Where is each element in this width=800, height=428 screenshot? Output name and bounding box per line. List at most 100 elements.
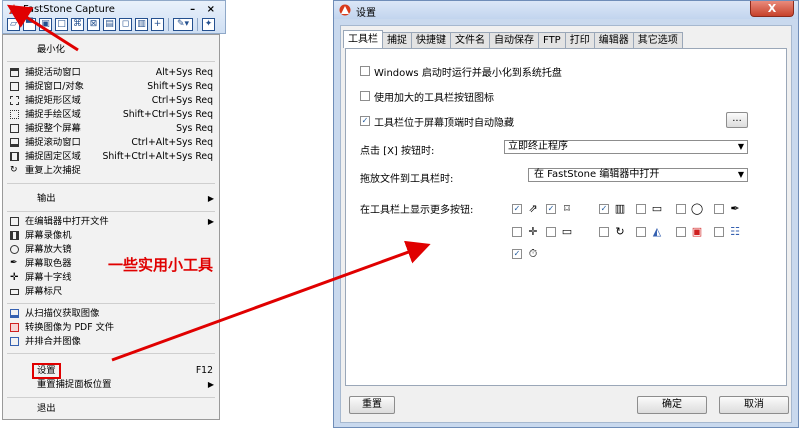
- capture-rectangle-icon[interactable]: □: [55, 18, 68, 31]
- fullscreen-icon: [10, 124, 19, 133]
- menu-item-label: 捕捉活动窗口: [25, 67, 81, 78]
- toolbar-icons: ▱ ▀ ▣ □ ⌘ ⊠ ▤ ◻ ▥ + ✎▾ ✦: [7, 18, 215, 32]
- magnifier-icon: [10, 245, 19, 254]
- menu-item-acquire-scanner[interactable]: 从扫描仪获取图像: [3, 307, 219, 321]
- menu-item-open-in-editor[interactable]: 在编辑器中打开文件 ▶: [3, 215, 219, 229]
- ruler-icon: ▭: [651, 202, 663, 215]
- menu-item-output[interactable]: 输出 ▶: [3, 192, 219, 206]
- dialog-title: 设置: [356, 8, 376, 19]
- settings-dialog: 设置 X 工具栏 捕捉 快捷键 文件名 自动保存 FTP 打印 编辑器 其它选项…: [333, 0, 799, 428]
- cancel-button[interactable]: 取消: [719, 396, 789, 414]
- drag-drop-value: 在 FastStone 编辑器中打开: [534, 169, 660, 180]
- menu-item-convert-pdf[interactable]: 转换图像为 PDF 文件: [3, 321, 219, 335]
- pdf-icon: [10, 323, 19, 332]
- menu-item-capture-freehand[interactable]: 捕捉手绘区域 Shift+Ctrl+Sys Req: [3, 108, 219, 122]
- menu-item-label: 捕捉滚动窗口: [25, 137, 81, 148]
- menu-item-screen-ruler[interactable]: 屏幕标尺: [3, 285, 219, 299]
- large-icons-checkbox[interactable]: [360, 91, 370, 101]
- tab-toolbar[interactable]: 工具栏: [343, 30, 383, 48]
- btn-ruler-checkbox[interactable]: [636, 204, 646, 214]
- capture-active-window-icon[interactable]: ▀: [23, 18, 36, 31]
- pdf-icon: ▣: [691, 225, 703, 238]
- reset-button[interactable]: 重置: [349, 396, 395, 414]
- screen-recorder-icon[interactable]: ▥: [135, 18, 148, 31]
- toolbar-title: FastStone Capture: [23, 4, 115, 15]
- capture-window-object-icon[interactable]: ▣: [39, 18, 52, 31]
- fixed-region-icon: [10, 152, 19, 161]
- btn-crosshair-checkbox[interactable]: [512, 227, 522, 237]
- menu-item-combine-images[interactable]: 并排合并图像: [3, 335, 219, 349]
- startup-minimize-checkbox[interactable]: [360, 66, 370, 76]
- capture-fixed-region-icon[interactable]: ◻: [119, 18, 132, 31]
- close-action-label: 点击 [X] 按钮时:: [360, 146, 435, 157]
- menu-item-capture-window-object[interactable]: 捕捉窗口/对象 Shift+Sys Req: [3, 80, 219, 94]
- toolbar-separator: [197, 18, 198, 31]
- btn-timer-checkbox[interactable]: ✓: [512, 249, 522, 259]
- tab-hotkeys[interactable]: 快捷键: [411, 32, 451, 48]
- capture-scrolling-icon[interactable]: ▤: [103, 18, 116, 31]
- menu-item-shortcut: Shift+Sys Req: [147, 81, 213, 92]
- combine-images-icon: [10, 337, 19, 346]
- btn-pdf-checkbox[interactable]: [676, 227, 686, 237]
- menu-item-shortcut: Ctrl+Alt+Sys Req: [131, 137, 213, 148]
- tab-filename[interactable]: 文件名: [450, 32, 490, 48]
- menu-item-shortcut: Shift+Ctrl+Sys Req: [122, 109, 213, 120]
- menu-item-shortcut: Sys Req: [176, 123, 213, 134]
- tab-autosave[interactable]: 自动保存: [489, 32, 539, 48]
- toolbar-window-controls[interactable]: – ×: [190, 3, 219, 16]
- menu-item-label: 重置捕捉面板位置: [37, 379, 112, 390]
- btn-colorpicker-checkbox[interactable]: [714, 204, 724, 214]
- tab-editor[interactable]: 编辑器: [593, 32, 634, 48]
- menu-dropdown-icon[interactable]: ✦: [202, 18, 215, 31]
- menu-item-label: 捕捉固定区域: [25, 151, 81, 162]
- btn-open-file-checkbox[interactable]: ✓: [512, 204, 522, 214]
- menu-item-minimize[interactable]: 最小化: [3, 43, 219, 57]
- menu-item-capture-active-window[interactable]: 捕捉活动窗口 Alt+Sys Req: [3, 66, 219, 80]
- menu-item-capture-fullscreen[interactable]: 捕捉整个屏幕 Sys Req: [3, 122, 219, 136]
- menu-item-label: 屏幕录像机: [25, 230, 72, 241]
- crosshair-icon: ✛: [10, 272, 19, 283]
- faststone-context-menu: 最小化 捕捉活动窗口 Alt+Sys Req 捕捉窗口/对象 Shift+Sys…: [2, 34, 220, 420]
- menu-item-settings[interactable]: 设置 F12: [3, 363, 219, 379]
- tab-ftp[interactable]: FTP: [538, 32, 566, 48]
- menu-item-label: 并排合并图像: [25, 336, 81, 347]
- menu-item-reset-panel-position[interactable]: 重置捕捉面板位置 ▶: [3, 378, 219, 392]
- rectangle-region-icon: [10, 96, 19, 105]
- autohide-settings-button[interactable]: ...: [726, 112, 748, 128]
- menu-item-label: 重复上次捕捉: [25, 165, 81, 176]
- menu-item-exit[interactable]: 退出: [3, 402, 219, 416]
- menu-item-capture-rectangle[interactable]: 捕捉矩形区域 Ctrl+Sys Req: [3, 94, 219, 108]
- output-menu-icon[interactable]: ✎▾: [173, 18, 193, 31]
- menu-item-label: 转换图像为 PDF 文件: [25, 322, 115, 333]
- drag-drop-select[interactable]: 在 FastStone 编辑器中打开 ▼: [528, 168, 748, 182]
- btn-recorder-checkbox[interactable]: ✓: [599, 204, 609, 214]
- capture-freehand-icon[interactable]: ⌘: [71, 18, 84, 31]
- btn-magnifier-checkbox[interactable]: [676, 204, 686, 214]
- faststone-toolbar: FastStone Capture – × ▱ ▀ ▣ □ ⌘ ⊠ ▤ ◻ ▥ …: [2, 0, 226, 34]
- close-button[interactable]: X: [750, 1, 794, 17]
- tab-print[interactable]: 打印: [564, 32, 595, 48]
- menu-item-screen-recorder[interactable]: 屏幕录像机: [3, 229, 219, 243]
- ok-button[interactable]: 确定: [637, 396, 707, 414]
- tab-capture[interactable]: 捕捉: [382, 32, 412, 48]
- btn-scanner-checkbox[interactable]: [636, 227, 646, 237]
- dialog-body: 工具栏 捕捉 快捷键 文件名 自动保存 FTP 打印 编辑器 其它选项 Wind…: [340, 25, 792, 423]
- repeat-icon: ↻: [10, 165, 18, 175]
- menu-item-label: 屏幕取色器: [25, 258, 72, 269]
- close-action-select[interactable]: 立即终止程序 ▼: [504, 140, 748, 154]
- menu-item-label: 捕捉整个屏幕: [25, 123, 81, 134]
- menu-separator: [7, 61, 215, 62]
- crosshair-icon[interactable]: +: [151, 18, 164, 31]
- btn-combine-checkbox[interactable]: [714, 227, 724, 237]
- btn-screen-ruler-checkbox[interactable]: [546, 227, 556, 237]
- capture-fullscreen-icon[interactable]: ⊠: [87, 18, 100, 31]
- btn-repeat-checkbox[interactable]: [599, 227, 609, 237]
- tab-other-options[interactable]: 其它选项: [632, 32, 683, 48]
- autohide-checkbox[interactable]: ✓: [360, 116, 370, 126]
- menu-item-repeat-last-capture[interactable]: ↻ 重复上次捕捉: [3, 164, 219, 178]
- menu-item-capture-scrolling[interactable]: 捕捉滚动窗口 Ctrl+Alt+Sys Req: [3, 136, 219, 150]
- faststone-logo-icon[interactable]: [9, 4, 19, 14]
- menu-item-capture-fixed-region[interactable]: 捕捉固定区域 Shift+Ctrl+Alt+Sys Req: [3, 150, 219, 164]
- btn-rectangle-checkbox[interactable]: ✓: [546, 204, 556, 214]
- open-file-icon[interactable]: ▱: [7, 18, 20, 31]
